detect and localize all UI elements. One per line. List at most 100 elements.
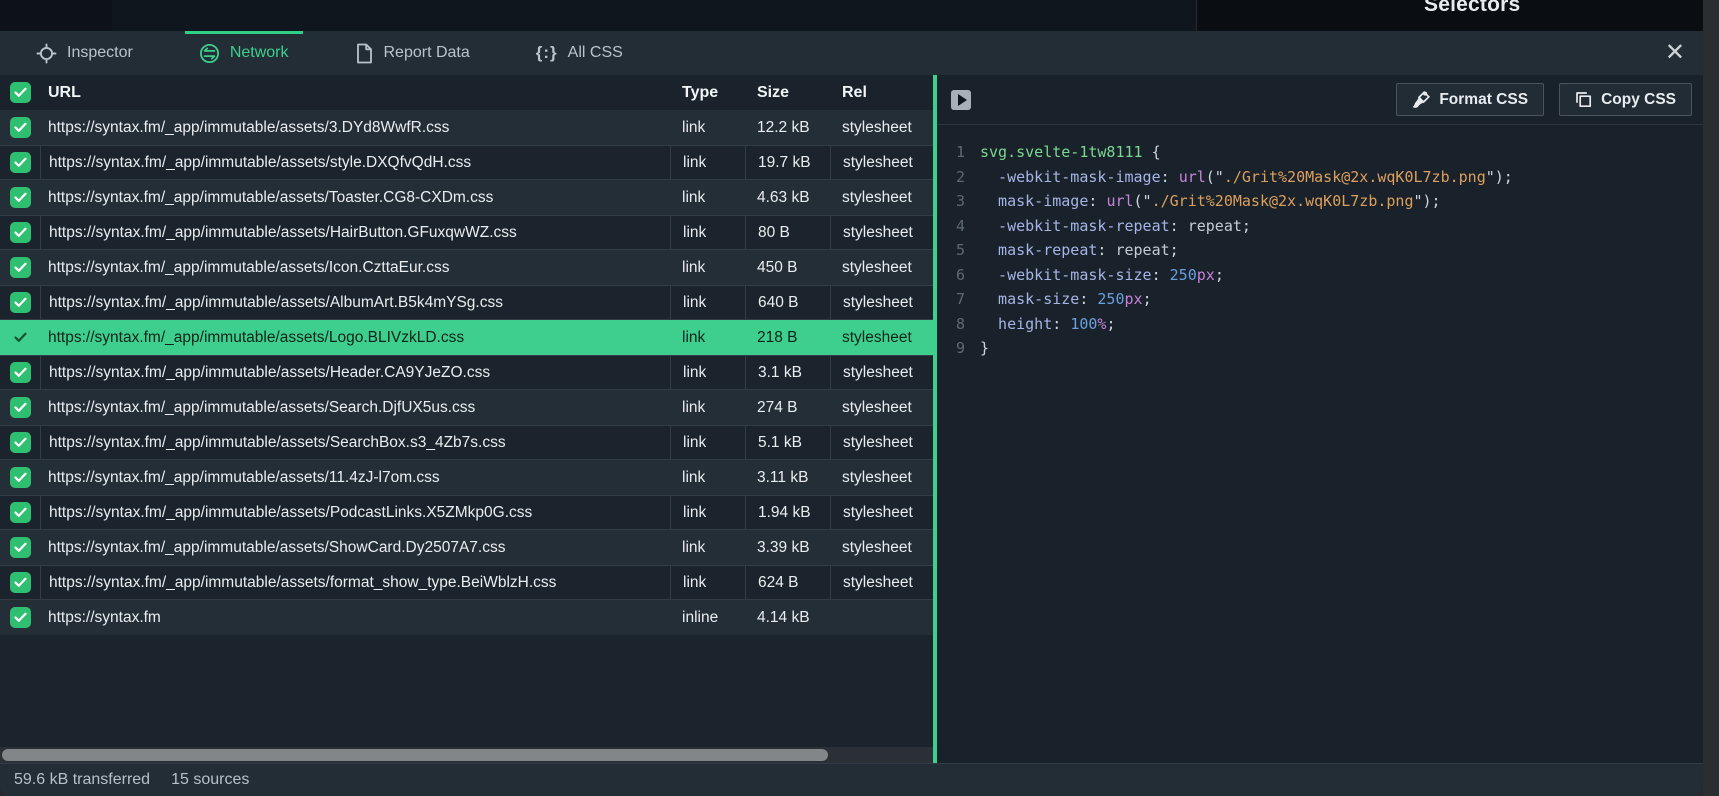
window-edge-strip — [1703, 0, 1719, 796]
checkbox-checked[interactable] — [10, 397, 31, 418]
url-cell: https://syntax.fm/_app/immutable/assets/… — [40, 469, 670, 487]
type-cell: inline — [670, 609, 745, 627]
code-token-str: ./Grit%20Mask@2x.wqK0L7zb.png — [1224, 165, 1486, 190]
code-token-punct: ; — [1106, 312, 1115, 337]
table-row[interactable]: https://syntax.fm/_app/immutable/assets/… — [0, 215, 933, 250]
column-header-type[interactable]: Type — [670, 84, 745, 102]
checkbox-cell — [0, 607, 40, 628]
checkbox-checked[interactable] — [10, 327, 31, 348]
checkbox-checked[interactable] — [10, 292, 31, 313]
code-token-prop: -webkit-mask-repeat — [980, 214, 1170, 239]
url-cell: https://syntax.fm/_app/immutable/assets/… — [40, 539, 670, 557]
close-icon[interactable]: ✕ — [1665, 41, 1685, 65]
tab-network[interactable]: Network — [185, 31, 303, 75]
table-row[interactable]: https://syntax.fm/_app/immutable/assets/… — [0, 460, 933, 495]
tab-inspector[interactable]: Inspector — [22, 31, 147, 75]
rel-cell: stylesheet — [830, 259, 933, 277]
checkbox-checked[interactable] — [10, 222, 31, 243]
size-cell: 218 B — [745, 329, 830, 347]
checkbox-cell — [0, 222, 40, 243]
column-header-rel[interactable]: Rel — [830, 84, 933, 102]
line-number: 2 — [951, 165, 965, 190]
size-cell: 3.11 kB — [745, 469, 830, 487]
code-token-punct: : — [1088, 189, 1106, 214]
code-token-num: 100 — [1070, 312, 1097, 337]
url-cell: https://syntax.fm/_app/immutable/assets/… — [40, 329, 670, 347]
url-cell: https://syntax.fm — [40, 609, 670, 627]
checkbox-checked[interactable] — [10, 607, 31, 628]
tab-report-data[interactable]: Report Data — [341, 31, 484, 75]
checkbox-cell — [0, 502, 40, 523]
code-token-prop: height — [980, 312, 1052, 337]
type-cell: link — [670, 146, 745, 179]
code-line: 9} — [951, 336, 1703, 361]
table-row[interactable]: https://syntax.fm/_app/immutable/assets/… — [0, 530, 933, 565]
checkbox-checked[interactable] — [10, 187, 31, 208]
code-token-punct: : — [1052, 312, 1070, 337]
rel-cell: stylesheet — [830, 356, 933, 389]
column-header-size[interactable]: Size — [745, 84, 830, 102]
code-token-unit: px — [1197, 263, 1215, 288]
format-css-button[interactable]: Format CSS — [1396, 83, 1544, 116]
type-cell: link — [670, 356, 745, 389]
code-token-str: ./Grit%20Mask@2x.wqK0L7zb.png — [1152, 189, 1414, 214]
rel-cell: stylesheet — [830, 539, 933, 557]
page-behind-block-left — [0, 0, 112, 31]
code-line: 8 height: 100%; — [951, 312, 1703, 337]
url-cell: https://syntax.fm/_app/immutable/assets/… — [40, 216, 670, 249]
table-row[interactable]: https://syntax.fm/_app/immutable/assets/… — [0, 110, 933, 145]
size-cell: 80 B — [745, 216, 830, 249]
table-row[interactable]: https://syntax.fm/_app/immutable/assets/… — [0, 565, 933, 600]
type-cell: link — [670, 399, 745, 417]
checkbox-checked[interactable] — [10, 467, 31, 488]
table-row[interactable]: https://syntax.fminline4.14 kB — [0, 600, 933, 635]
checkbox-checked[interactable] — [10, 572, 31, 593]
code-token-punct: ; — [1242, 214, 1251, 239]
network-table: URL Type Size Rel https://syntax.fm/_app… — [0, 75, 933, 763]
tab-all-css[interactable]: {:} All CSS — [522, 31, 637, 75]
code-token-punct: ; — [1143, 287, 1152, 312]
code-token-punct: "); — [1414, 189, 1441, 214]
table-row[interactable]: https://syntax.fm/_app/immutable/assets/… — [0, 285, 933, 320]
checkbox-checked[interactable] — [10, 257, 31, 278]
checkbox-checked[interactable] — [10, 502, 31, 523]
checkbox-checked[interactable] — [10, 152, 31, 173]
horizontal-scrollbar-thumb[interactable] — [2, 749, 828, 761]
copy-css-button[interactable]: Copy CSS — [1559, 83, 1692, 116]
panel-collapse-icon[interactable] — [951, 90, 971, 110]
size-cell: 4.63 kB — [745, 189, 830, 207]
size-cell: 640 B — [745, 286, 830, 319]
rel-cell: stylesheet — [830, 399, 933, 417]
url-cell: https://syntax.fm/_app/immutable/assets/… — [40, 426, 670, 459]
checkbox-cell — [0, 397, 40, 418]
css-viewer-toolbar: Format CSS Copy CSS — [937, 75, 1703, 125]
main-split: URL Type Size Rel https://syntax.fm/_app… — [0, 75, 1703, 763]
table-row[interactable]: https://syntax.fm/_app/immutable/assets/… — [0, 320, 933, 355]
checkbox-checked[interactable] — [10, 362, 31, 383]
tab-label: Report Data — [384, 44, 470, 62]
code-token-num: 250 — [1170, 263, 1197, 288]
checkbox-checked[interactable] — [10, 537, 31, 558]
checkbox-checked[interactable] — [10, 432, 31, 453]
table-row[interactable]: https://syntax.fm/_app/immutable/assets/… — [0, 145, 933, 180]
table-row[interactable]: https://syntax.fm/_app/immutable/assets/… — [0, 355, 933, 390]
checkbox-checked[interactable] — [10, 117, 31, 138]
table-row[interactable]: https://syntax.fm/_app/immutable/assets/… — [0, 425, 933, 460]
table-rows: https://syntax.fm/_app/immutable/assets/… — [0, 110, 933, 635]
button-label: Copy CSS — [1601, 91, 1676, 109]
checkbox-checked[interactable] — [10, 82, 31, 103]
table-row[interactable]: https://syntax.fm/_app/immutable/assets/… — [0, 495, 933, 530]
table-row[interactable]: https://syntax.fm/_app/immutable/assets/… — [0, 250, 933, 285]
css-code[interactable]: 1svg.svelte-1tw8111 {2 -webkit-mask-imag… — [937, 125, 1703, 361]
code-token-punct: (" — [1134, 189, 1152, 214]
type-cell: link — [670, 259, 745, 277]
document-icon — [355, 43, 374, 64]
code-token-prop: mask-image — [980, 189, 1088, 214]
table-row[interactable]: https://syntax.fm/_app/immutable/assets/… — [0, 180, 933, 215]
crosshair-icon — [36, 43, 57, 64]
rel-cell: stylesheet — [830, 329, 933, 347]
line-number: 4 — [951, 214, 965, 239]
table-row[interactable]: https://syntax.fm/_app/immutable/assets/… — [0, 390, 933, 425]
url-cell: https://syntax.fm/_app/immutable/assets/… — [40, 286, 670, 319]
column-header-url[interactable]: URL — [40, 84, 670, 102]
